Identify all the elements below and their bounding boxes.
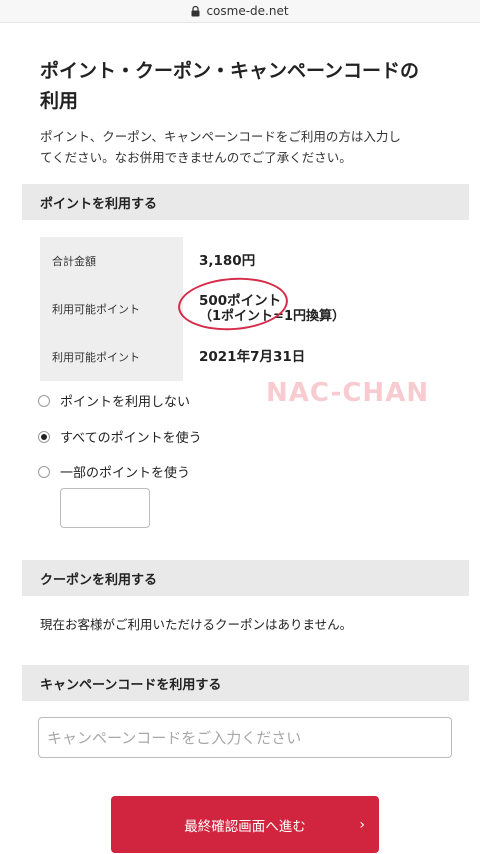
info-label-total: 合計金額 xyxy=(40,237,183,285)
chevron-right-icon: › xyxy=(359,816,365,833)
watermark: NAC-CHAN xyxy=(266,378,430,408)
option-all-points-label: すべてのポイントを使う xyxy=(60,431,202,446)
intro-text-line-2: てください。なお併用できませんのでご了承ください。 xyxy=(40,150,352,165)
radio-partial-points[interactable] xyxy=(38,465,50,478)
info-value-conversion-rate: （1ポイント=1円換算） xyxy=(199,309,345,324)
coupon-section-header: クーポンを利用する xyxy=(22,560,469,596)
campaign-code-input[interactable] xyxy=(38,717,452,758)
info-label-available-points: 利用可能ポイント xyxy=(40,285,183,333)
option-partial-points-label: 一部のポイントを使う xyxy=(60,466,191,481)
info-value-expiry-text: 2021年7月31日 xyxy=(199,349,306,365)
page-title-line-1: ポイント・クーポン・キャンペーンコードの xyxy=(40,60,420,82)
radio-no-points[interactable] xyxy=(38,394,50,407)
proceed-to-confirmation-button[interactable]: 最終確認画面へ進む › xyxy=(111,796,379,853)
browser-url-bar[interactable]: cosme-de.net xyxy=(0,0,480,23)
proceed-button-label: 最終確認画面へ進む xyxy=(184,818,306,835)
option-no-points-label: ポイントを利用しない xyxy=(60,395,191,410)
points-info-table: 合計金額 3,180円 利用可能ポイント 500ポイント （1ポイント=1円換算… xyxy=(40,237,452,381)
browser-url-text: cosme-de.net xyxy=(206,4,289,18)
info-row-available-points: 利用可能ポイント 500ポイント （1ポイント=1円換算） xyxy=(40,285,452,333)
page-title: ポイント・クーポン・キャンペーンコードの 利用 xyxy=(40,56,460,116)
partial-points-input[interactable] xyxy=(60,488,150,528)
info-row-total: 合計金額 3,180円 xyxy=(40,237,452,285)
lock-icon xyxy=(191,5,200,17)
option-partial-points[interactable]: 一部のポイントを使う xyxy=(38,462,190,481)
info-value-total: 3,180円 xyxy=(183,237,452,285)
page-title-line-2: 利用 xyxy=(40,90,79,112)
info-row-expiry: 利用可能ポイント 2021年7月31日 xyxy=(40,333,452,381)
coupon-message: 現在お客様がご利用いただけるクーポンはありません。 xyxy=(40,617,353,632)
info-value-available-points-text: 500ポイント xyxy=(199,293,282,309)
radio-all-points[interactable] xyxy=(38,430,50,443)
info-value-available-points: 500ポイント （1ポイント=1円換算） xyxy=(183,285,452,333)
info-label-expiry: 利用可能ポイント xyxy=(40,333,183,381)
intro-text-line-1: ポイント、クーポン、キャンペーンコードをご利用の方は入力し xyxy=(40,129,401,144)
intro-text: ポイント、クーポン、キャンペーンコードをご利用の方は入力し てください。なお併用… xyxy=(40,126,452,168)
points-section-header: ポイントを利用する xyxy=(22,184,469,220)
info-value-total-text: 3,180円 xyxy=(199,253,256,269)
option-no-points[interactable]: ポイントを利用しない xyxy=(38,391,190,410)
info-value-expiry: 2021年7月31日 xyxy=(183,333,452,381)
campaign-section-header: キャンペーンコードを利用する xyxy=(22,665,469,701)
option-all-points[interactable]: すべてのポイントを使う xyxy=(38,427,202,446)
